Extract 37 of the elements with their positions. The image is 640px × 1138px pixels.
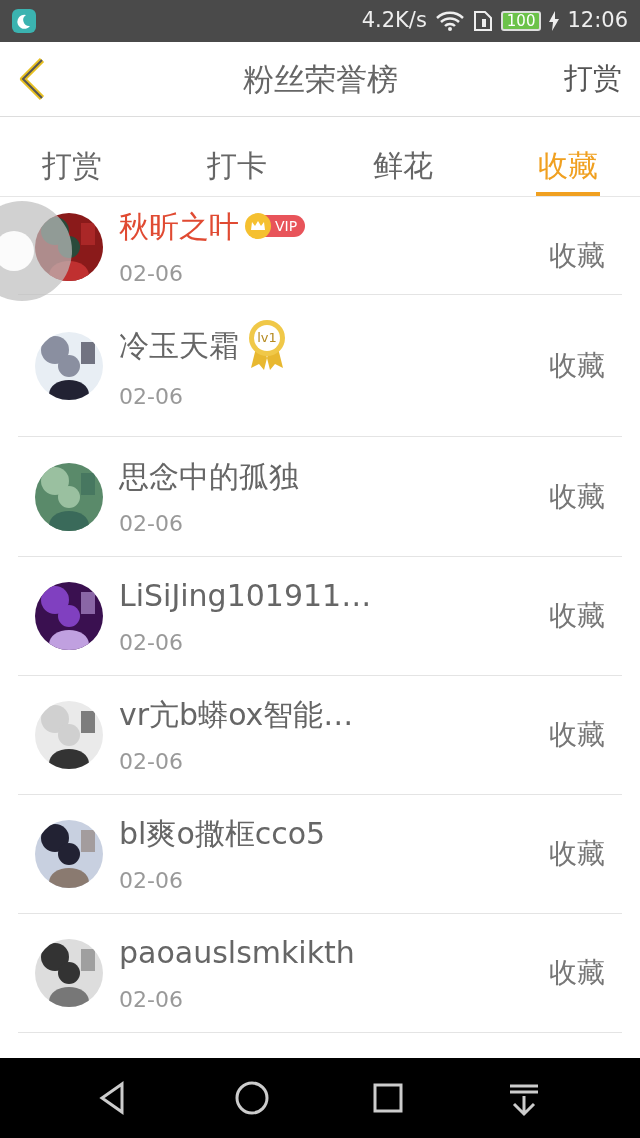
date-text: 02-06 <box>119 986 184 1014</box>
date-text: 02-06 <box>119 629 184 657</box>
user-name: 思念中的孤独 <box>119 457 299 496</box>
network-speed: 4.2K/s <box>361 7 427 35</box>
reward-button[interactable]: 打赏 <box>564 57 622 101</box>
status-label: 收藏 <box>549 836 605 872</box>
status-label: 收藏 <box>549 955 605 991</box>
tab[interactable]: 打卡 <box>205 135 270 196</box>
date-text: 02-06 <box>119 748 184 776</box>
user-name: LiSiJing101911… <box>119 577 372 615</box>
user-name: 冷玉天霜 <box>119 326 239 365</box>
user-name: vr亢b蟒ox智能… <box>119 696 354 734</box>
crown-icon <box>245 213 271 239</box>
user-name: paoauslsmkikth <box>119 934 355 972</box>
charging-icon <box>549 11 560 31</box>
status-label: 收藏 <box>549 717 605 753</box>
level-medal: lv1 <box>247 318 287 372</box>
tab[interactable]: 打赏 <box>40 135 104 196</box>
user-name: 秋昕之叶 <box>119 207 239 246</box>
user-name: bl爽o撒框cco5 <box>119 815 326 853</box>
status-label: 收藏 <box>549 237 605 274</box>
date-text: 02-06 <box>119 867 184 895</box>
clock-time: 12:06 <box>567 7 628 35</box>
sim-icon <box>472 10 493 32</box>
wifi-icon <box>434 10 465 32</box>
app-icon[interactable] <box>12 9 36 33</box>
date-text: 02-06 <box>119 259 184 288</box>
date-text: 02-06 <box>119 509 184 538</box>
page-title: 粉丝荣誉榜 <box>242 59 398 99</box>
vip-badge: VIP <box>247 215 306 237</box>
floating-ball-icon[interactable] <box>0 201 72 301</box>
tab[interactable]: 鲜花 <box>370 135 435 196</box>
status-label: 收藏 <box>549 347 605 384</box>
battery-level: 100 <box>500 11 542 31</box>
status-label: 收藏 <box>549 598 605 634</box>
date-text: 02-06 <box>119 383 184 411</box>
status-label: 收藏 <box>549 478 605 515</box>
